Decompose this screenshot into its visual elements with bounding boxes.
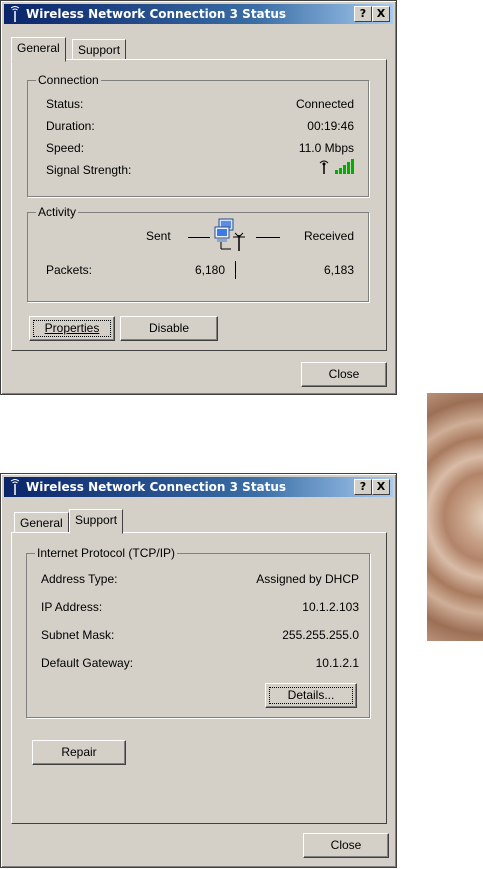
status-window-support: Wireless Network Connection 3 Status ? X… bbox=[0, 473, 397, 868]
default-gateway-label: Default Gateway: bbox=[41, 656, 134, 670]
wireless-antenna-icon bbox=[319, 160, 329, 174]
duration-value: 00:19:46 bbox=[307, 119, 354, 133]
sent-label: Sent bbox=[146, 229, 171, 243]
signal-strength-icon bbox=[334, 159, 354, 174]
tab-panel: Internet Protocol (TCP/IP) Address Type:… bbox=[11, 532, 387, 824]
window-title: Wireless Network Connection 3 Status bbox=[26, 480, 287, 494]
repair-button[interactable]: Repair bbox=[32, 740, 126, 765]
wireless-antenna-icon bbox=[10, 479, 20, 495]
tab-support[interactable]: Support bbox=[69, 509, 124, 534]
status-window-general: Wireless Network Connection 3 Status ? X… bbox=[0, 0, 397, 395]
received-label: Received bbox=[303, 229, 354, 243]
status-label: Status: bbox=[46, 97, 84, 111]
tab-general[interactable]: General bbox=[11, 37, 66, 62]
ip-address-label: IP Address: bbox=[41, 600, 103, 614]
window-title: Wireless Network Connection 3 Status bbox=[26, 7, 287, 21]
tcpip-group: Internet Protocol (TCP/IP) Address Type:… bbox=[26, 546, 370, 718]
sent-line bbox=[188, 237, 210, 238]
close-window-button[interactable]: X bbox=[372, 6, 390, 22]
status-value: Connected bbox=[295, 97, 354, 111]
duration-label: Duration: bbox=[46, 119, 95, 133]
help-button[interactable]: ? bbox=[354, 6, 372, 22]
wireless-antenna-icon bbox=[10, 6, 20, 22]
activity-group: Activity Sent Received Packets: 6,180 6,… bbox=[27, 205, 369, 302]
connection-group-label: Connection bbox=[36, 73, 101, 87]
default-gateway-value: 10.1.2.1 bbox=[315, 656, 359, 670]
packets-received-value: 6,183 bbox=[323, 263, 354, 277]
close-window-button[interactable]: X bbox=[372, 479, 390, 495]
tab-panel: Connection Status: Connected Duration: 0… bbox=[11, 59, 387, 351]
subnet-mask-value: 255.255.255.0 bbox=[282, 628, 359, 642]
details-button[interactable]: Details... bbox=[265, 683, 357, 708]
background-wallpaper bbox=[427, 393, 483, 641]
speed-label: Speed: bbox=[46, 141, 85, 155]
address-type-value: Assigned by DHCP bbox=[256, 572, 359, 586]
tab-general[interactable]: General bbox=[14, 512, 69, 533]
close-button[interactable]: Close bbox=[301, 362, 387, 387]
disable-button[interactable]: Disable bbox=[120, 316, 218, 341]
help-button[interactable]: ? bbox=[354, 479, 372, 495]
subnet-mask-label: Subnet Mask: bbox=[41, 628, 115, 642]
packets-label: Packets: bbox=[46, 263, 93, 277]
tcpip-group-label: Internet Protocol (TCP/IP) bbox=[35, 546, 178, 560]
title-bar[interactable]: Wireless Network Connection 3 Status ? X bbox=[4, 4, 393, 24]
connection-group: Connection Status: Connected Duration: 0… bbox=[27, 73, 369, 197]
address-type-label: Address Type: bbox=[41, 572, 118, 586]
packets-divider bbox=[235, 261, 236, 279]
signal-strength-indicator bbox=[318, 159, 354, 175]
signal-strength-label: Signal Strength: bbox=[46, 163, 132, 177]
properties-button[interactable]: Properties bbox=[29, 316, 115, 341]
tab-support[interactable]: Support bbox=[72, 39, 127, 60]
network-computers-icon bbox=[214, 218, 245, 251]
speed-value: 11.0 Mbps bbox=[298, 141, 354, 155]
close-button[interactable]: Close bbox=[303, 833, 389, 858]
activity-group-label: Activity bbox=[36, 205, 79, 219]
title-bar[interactable]: Wireless Network Connection 3 Status ? X bbox=[4, 477, 393, 497]
ip-address-value: 10.1.2.103 bbox=[302, 600, 359, 614]
packets-sent-value: 6,180 bbox=[194, 263, 225, 277]
received-line bbox=[256, 237, 280, 238]
